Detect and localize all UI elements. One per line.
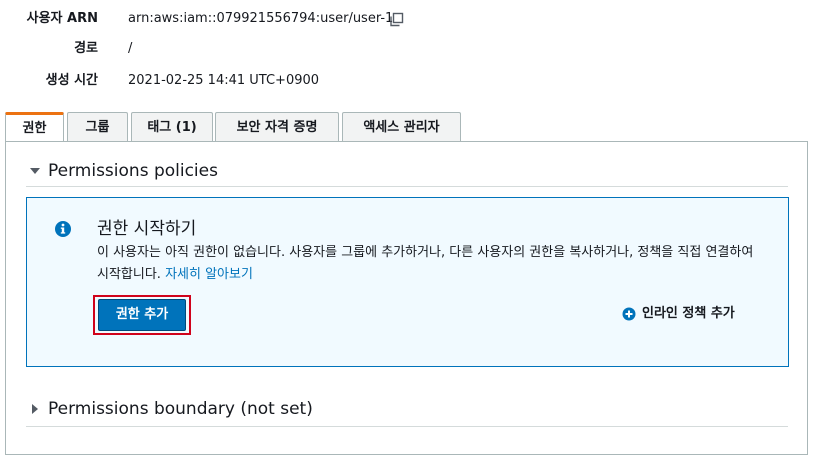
created-label: 생성 시간 <box>45 73 98 88</box>
arn-row: 사용자 ARN arn:aws:iam::079921556794:user/u… <box>0 7 815 31</box>
permissions-boundary-header[interactable]: Permissions boundary (not set) <box>26 394 788 424</box>
tab-permissions[interactable]: 권한 <box>5 112 64 143</box>
section-divider <box>26 426 788 427</box>
arn-value: arn:aws:iam::079921556794:user/user-1 <box>128 11 394 26</box>
permissions-policies-title: Permissions policies <box>48 161 218 181</box>
info-description: 이 사용자는 아직 권한이 없습니다. 사용자를 그룹에 추가하거나, 다른 사… <box>97 242 767 286</box>
permissions-boundary-title: Permissions boundary (not set) <box>48 399 313 419</box>
path-label: 경로 <box>74 41 98 56</box>
info-title: 권한 시작하기 <box>97 219 197 239</box>
get-started-info-box: 권한 시작하기 이 사용자는 아직 권한이 없습니다. 사용자를 그룹에 추가하… <box>26 197 789 367</box>
path-value: / <box>128 41 133 56</box>
add-permissions-button[interactable]: 권한 추가 <box>98 299 186 331</box>
permissions-policies-header[interactable]: Permissions policies <box>26 156 788 186</box>
section-divider <box>26 186 788 187</box>
arn-label: 사용자 ARN <box>26 11 98 26</box>
created-value: 2021-02-25 14:41 UTC+0900 <box>128 73 320 88</box>
copy-icon[interactable] <box>389 12 404 27</box>
learn-more-link[interactable]: 자세히 알아보기 <box>165 267 253 282</box>
add-inline-policy-label: 인라인 정책 추가 <box>642 306 735 321</box>
created-row: 생성 시간 2021-02-25 14:41 UTC+0900 <box>0 69 815 93</box>
user-tabs: 권한 그룹 태그 (1) 보안 자격 증명 액세스 관리자 <box>5 112 810 143</box>
path-row: 경로 / <box>0 37 815 61</box>
caret-down-icon <box>26 156 42 186</box>
info-icon <box>54 220 72 238</box>
tab-security-credentials[interactable]: 보안 자격 증명 <box>215 112 339 141</box>
permissions-panel: Permissions policies 권한 시작하기 이 사용자는 아직 권… <box>5 141 808 455</box>
tab-access-advisor[interactable]: 액세스 관리자 <box>342 112 461 141</box>
tab-groups[interactable]: 그룹 <box>67 112 128 141</box>
caret-right-icon <box>26 394 42 424</box>
plus-circle-icon <box>622 307 636 321</box>
tab-tags[interactable]: 태그 (1) <box>131 112 213 141</box>
